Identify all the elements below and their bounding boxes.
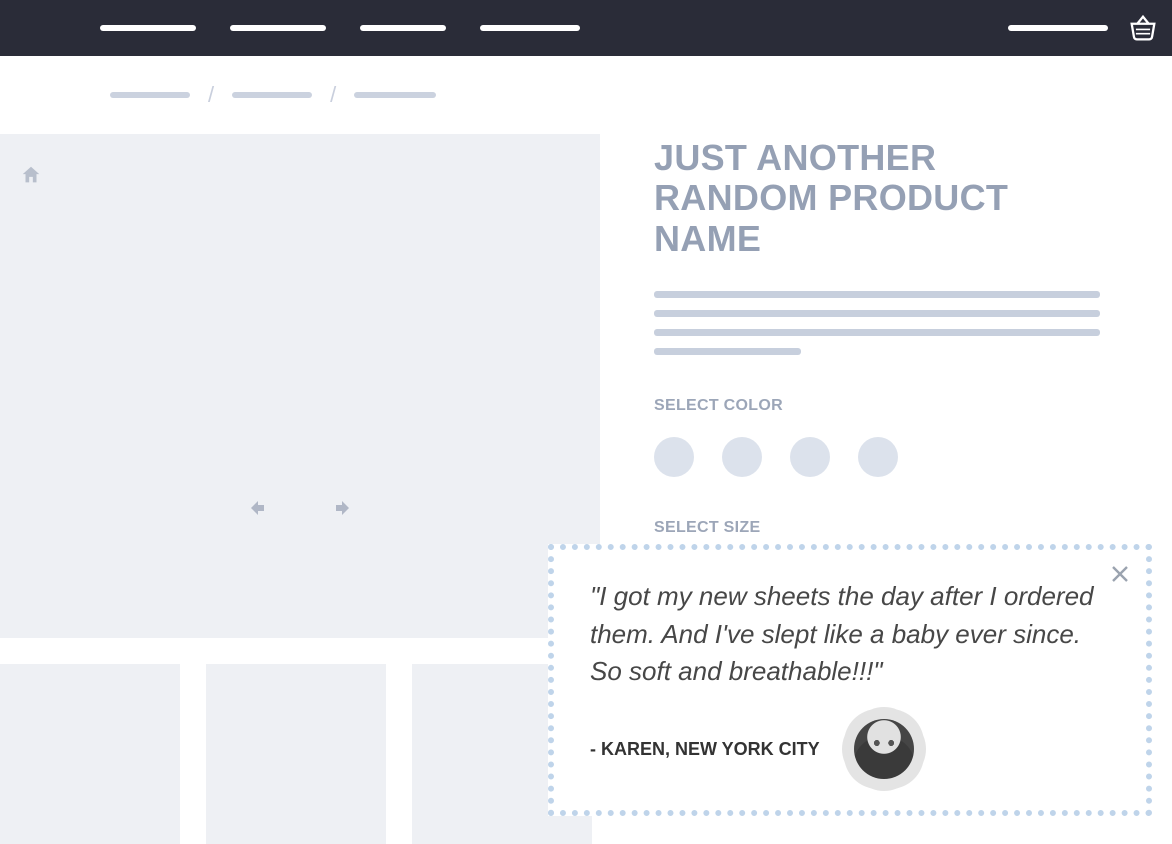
nav-item-2[interactable]: nav2 [230,25,326,31]
close-icon[interactable] [1108,562,1132,591]
color-swatch-1[interactable] [654,437,694,477]
breadcrumb-separator: / [330,82,336,108]
description-line [654,348,801,355]
nav-links: nav1 nav2 nav3 nav4 [100,25,580,31]
nav-item-3[interactable]: nav3 [360,25,446,31]
thumbnail-strip [0,664,600,844]
breadcrumb: level1 / level2 / level3 [0,56,1172,108]
breadcrumb-item-1[interactable]: level1 [110,92,190,98]
color-label: SELECT COLOR [654,397,1100,415]
home-icon[interactable] [20,164,42,186]
thumbnail-2[interactable] [206,664,386,844]
basket-icon[interactable] [1126,11,1160,45]
color-swatches [654,437,1100,477]
color-swatch-3[interactable] [790,437,830,477]
header-right: account [1008,11,1160,45]
gallery-next-button[interactable] [332,496,356,520]
description-line [654,291,1100,298]
color-swatch-2[interactable] [722,437,762,477]
thumbnail-1[interactable] [0,664,180,844]
product-title: JUST ANOTHER RANDOM PRODUCT NAME [654,138,1100,259]
gallery-column [0,134,600,844]
color-swatch-4[interactable] [858,437,898,477]
header-account-link[interactable]: account [1008,25,1108,31]
breadcrumb-item-3[interactable]: level3 [354,92,436,98]
nav-item-1[interactable]: nav1 [100,25,196,31]
product-gallery [0,134,600,638]
product-description [654,291,1100,355]
breadcrumb-separator: / [208,82,214,108]
size-label: SELECT SIZE [654,519,1100,537]
gallery-prev-button[interactable] [244,496,268,520]
reviewer-avatar [848,713,920,785]
testimonial-popup: "I got my new sheets the day after I ord… [548,544,1152,816]
nav-item-4[interactable]: nav4 [480,25,580,31]
testimonial-attribution: - KAREN, NEW YORK CITY [590,739,820,760]
description-line [654,310,1100,317]
testimonial-quote: "I got my new sheets the day after I ord… [590,578,1110,691]
testimonial-footer: - KAREN, NEW YORK CITY [590,713,1110,785]
description-line [654,329,1100,336]
breadcrumb-item-2[interactable]: level2 [232,92,312,98]
site-header: nav1 nav2 nav3 nav4 account [0,0,1172,56]
